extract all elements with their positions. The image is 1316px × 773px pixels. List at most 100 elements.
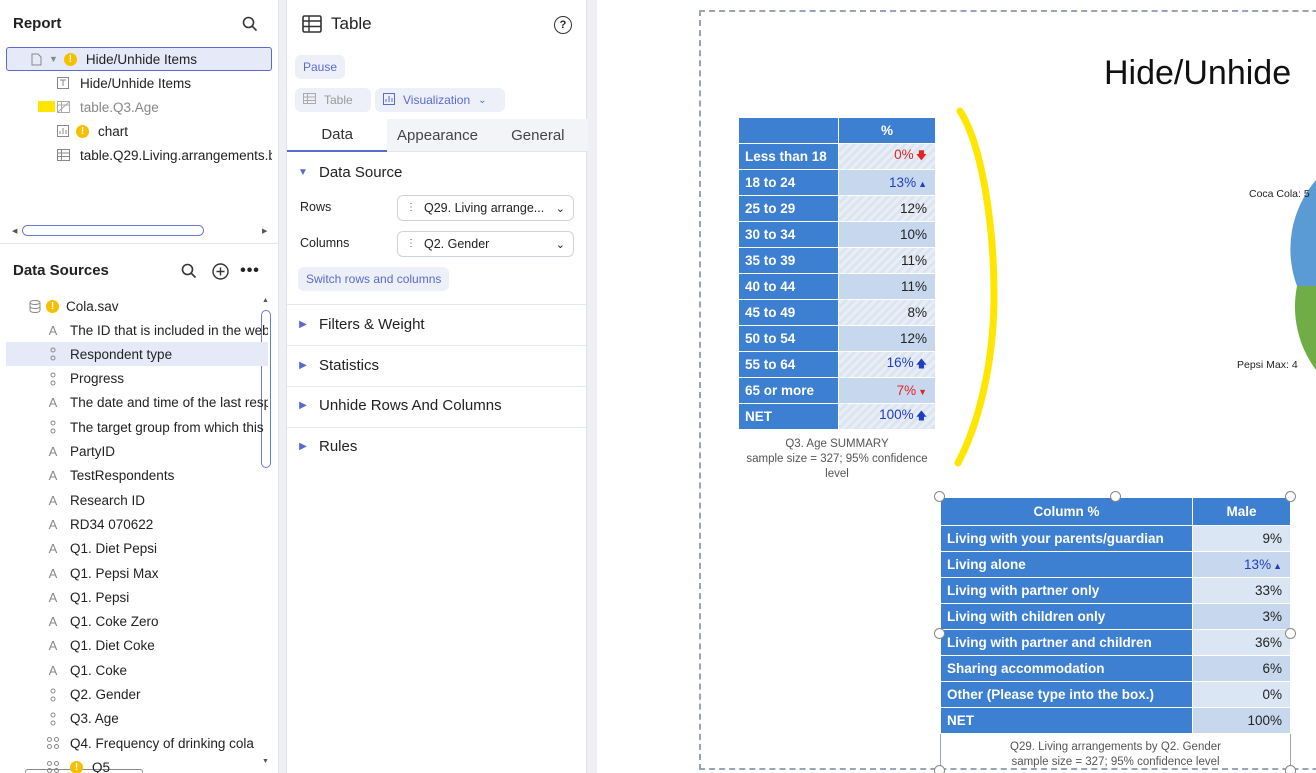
more-icon[interactable]: •••	[240, 262, 259, 280]
tab-data[interactable]: Data	[287, 119, 388, 152]
rows-select[interactable]: ⋮ Q29. Living arrange... ⌄	[397, 195, 574, 221]
data-source-item[interactable]: A Q1. Coke	[6, 658, 268, 682]
search-icon[interactable]	[180, 262, 198, 280]
data-source-item[interactable]: A TestRespondents	[6, 464, 268, 488]
table-row[interactable]: Living with your parents/guardian 9%	[940, 525, 1291, 552]
resize-handle[interactable]	[934, 491, 945, 502]
table-cell[interactable]: 7% ▼	[838, 377, 936, 404]
tree-item-table-hidden[interactable]: table.Q3.Age	[56, 95, 272, 119]
data-source-item[interactable]: A The date and time of the last respon	[6, 391, 268, 415]
data-source-item[interactable]: The target group from which this	[6, 415, 268, 439]
table-row[interactable]: 65 or more 7% ▼	[738, 377, 936, 404]
table-cell[interactable]: 16% 🡅	[838, 351, 936, 378]
table-cell[interactable]: 36%	[1192, 629, 1291, 656]
visualization-dropdown[interactable]: Visualization ⌄	[375, 88, 505, 112]
table-cell[interactable]: 0%	[1192, 681, 1291, 708]
table-row[interactable]: Living with partner only 33%	[940, 577, 1291, 604]
tree-item-chart[interactable]: ! chart	[56, 119, 272, 143]
data-source-item[interactable]: A Q1. Diet Pepsi	[6, 537, 268, 561]
page-title[interactable]: Hide/Unhide	[1104, 54, 1291, 93]
filters-section[interactable]: ▶ Filters & Weight	[287, 312, 588, 336]
resize-handle[interactable]	[1285, 491, 1296, 502]
resize-handle[interactable]	[934, 765, 945, 773]
table-cell[interactable]: 100% 🡅	[838, 403, 936, 430]
table-cell[interactable]: 33%	[1192, 577, 1291, 604]
table-row[interactable]: Living with children only 3%	[940, 603, 1291, 630]
table-row[interactable]: NET 100% 🡅	[738, 403, 936, 430]
table-row[interactable]: 40 to 44 11%	[738, 273, 936, 300]
switch-rows-columns-button[interactable]: Switch rows and columns	[298, 267, 450, 291]
tab-appearance[interactable]: Appearance	[387, 119, 488, 152]
table-cell[interactable]: 11%	[838, 247, 936, 274]
table-cell[interactable]: 3%	[1192, 603, 1291, 630]
data-source-file[interactable]: ! Cola.sav	[6, 294, 268, 318]
table-row[interactable]: 35 to 39 11%	[738, 247, 936, 274]
data-source-item[interactable]: A PartyID	[6, 440, 268, 464]
chevron-down-icon[interactable]: ▼	[49, 54, 58, 64]
table-row[interactable]: Sharing accommodation 6%	[940, 655, 1291, 682]
table-cell[interactable]: 12%	[838, 325, 936, 352]
table-row[interactable]: Living alone 13% ▲	[940, 551, 1291, 578]
table-cell[interactable]: 100%	[1192, 707, 1291, 734]
resize-handle[interactable]	[1285, 628, 1296, 639]
tab-general[interactable]: General	[487, 119, 588, 152]
table-row[interactable]: 45 to 49 8%	[738, 299, 936, 326]
data-source-item[interactable]: Q2. Gender	[6, 683, 268, 707]
report-canvas[interactable]: Hide/Unhide Coca Cola: 5 Pepsi Max: 4 % …	[597, 0, 1316, 773]
table-row[interactable]: Less than 18 0% 🡇	[738, 143, 936, 170]
data-source-item[interactable]: Q3. Age	[6, 707, 268, 731]
table-cell[interactable]: 13% ▲	[838, 169, 936, 196]
table-cell[interactable]: 8%	[838, 299, 936, 326]
data-source-item[interactable]: ! Q5	[6, 755, 268, 773]
table-row[interactable]: 55 to 64 16% 🡅	[738, 351, 936, 378]
table-row[interactable]: 30 to 34 10%	[738, 221, 936, 248]
age-table[interactable]: % Less than 18 0% 🡇 18 to 24 13% ▲ 25 to 29 12%…	[738, 117, 936, 430]
rules-section[interactable]: ▶ Rules	[287, 434, 588, 458]
data-source-item[interactable]: A Q1. Diet Coke	[6, 634, 268, 658]
pie-slice-pepsi-max[interactable]	[1294, 286, 1316, 370]
add-icon[interactable]	[211, 262, 229, 280]
table-cell[interactable]: 11%	[838, 273, 936, 300]
table-chip[interactable]: Table	[295, 88, 371, 112]
table-cell[interactable]: 12%	[838, 195, 936, 222]
data-source-item[interactable]: Progress	[6, 367, 268, 391]
tree-item-page[interactable]: ▼ ! Hide/Unhide Items	[6, 47, 272, 71]
scroll-right-icon[interactable]: ▶	[262, 227, 267, 235]
data-source-item[interactable]: A RD34 070622	[6, 512, 268, 536]
data-source-item[interactable]: Q4. Frequency of drinking cola	[6, 731, 268, 755]
horizontal-scrollbar[interactable]	[22, 225, 204, 236]
table-cell[interactable]: 6%	[1192, 655, 1291, 682]
resize-handle[interactable]	[934, 628, 945, 639]
table-row[interactable]: Living with partner and children 36%	[940, 629, 1291, 656]
table-cell[interactable]: 10%	[838, 221, 936, 248]
data-source-item[interactable]: A Research ID	[6, 488, 268, 512]
scroll-left-icon[interactable]: ◀	[12, 227, 17, 235]
columns-select[interactable]: ⋮ Q2. Gender ⌄	[397, 231, 574, 257]
table-row[interactable]: NET 100%	[940, 707, 1291, 734]
table-cell[interactable]: 0% 🡇	[838, 143, 936, 170]
data-source-item[interactable]: A Q1. Pepsi	[6, 585, 268, 609]
table-row[interactable]: Other (Please type into the box.) 0%	[940, 681, 1291, 708]
pause-button[interactable]: Pause	[295, 55, 346, 79]
data-source-item[interactable]: A Q1. Pepsi Max	[6, 561, 268, 585]
table-cell[interactable]: 13% ▲	[1192, 551, 1291, 578]
statistics-section[interactable]: ▶ Statistics	[287, 353, 588, 377]
pie-chart[interactable]	[1237, 170, 1316, 370]
tree-item-table[interactable]: table.Q29.Living.arrangements.by	[56, 143, 272, 167]
table-row[interactable]: 18 to 24 13% ▲	[738, 169, 936, 196]
table-cell[interactable]: 9%	[1192, 525, 1291, 552]
resize-handle[interactable]	[1110, 491, 1121, 502]
data-source-item[interactable]: A The ID that is included in the web	[6, 318, 268, 342]
table-row[interactable]: 50 to 54 12%	[738, 325, 936, 352]
tree-item-text[interactable]: Hide/Unhide Items	[56, 71, 272, 95]
help-icon[interactable]: ?	[554, 16, 572, 34]
resize-handle[interactable]	[1285, 765, 1296, 773]
living-table[interactable]: Column % Male Living with your parents/g…	[940, 497, 1291, 734]
data-source-item[interactable]: A Q1. Coke Zero	[6, 610, 268, 634]
search-icon[interactable]	[241, 15, 259, 33]
scroll-up-icon[interactable]: ▲	[262, 297, 269, 304]
table-row[interactable]: 25 to 29 12%	[738, 195, 936, 222]
data-source-item[interactable]: Respondent type	[6, 342, 268, 367]
unhide-section[interactable]: ▶ Unhide Rows And Columns	[287, 393, 588, 417]
data-source-section[interactable]: ▼ Data Source	[287, 160, 588, 184]
